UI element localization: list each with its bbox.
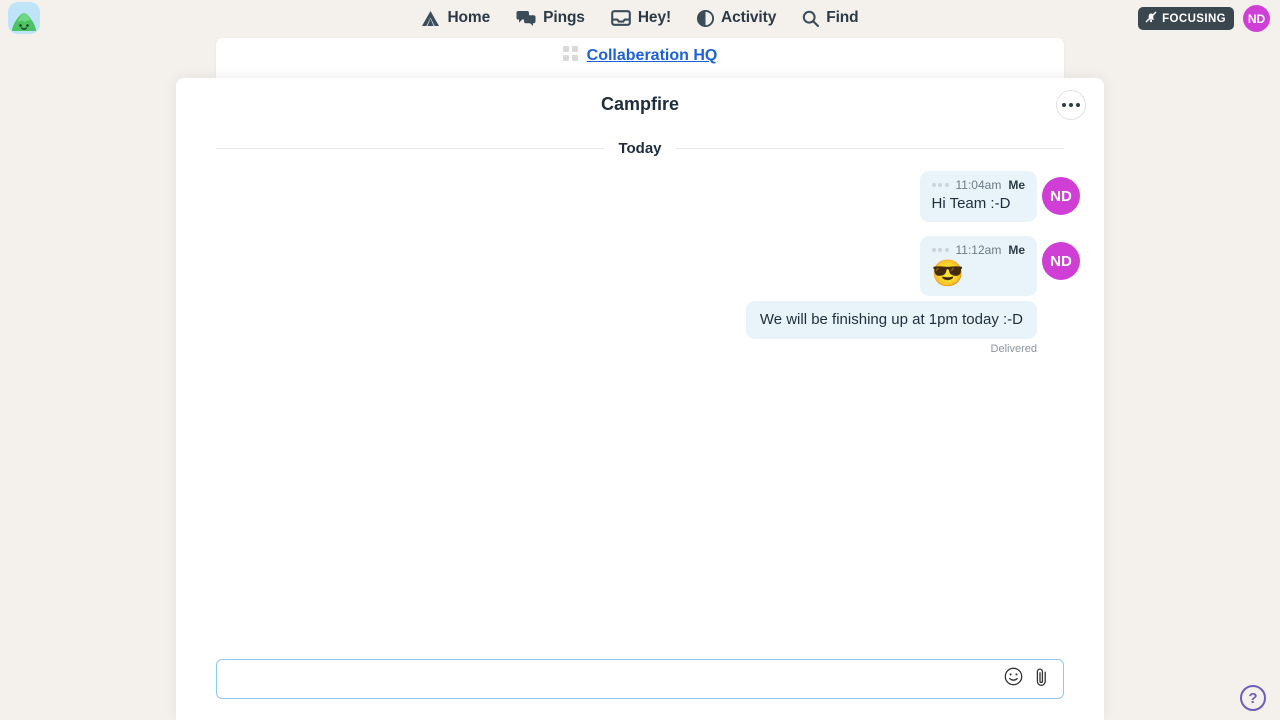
bell-slash-icon <box>1145 11 1157 26</box>
message-text: We will be finishing up at 1pm today :-D <box>759 310 1023 328</box>
top-navigation-bar: Home Pings Hey! Activity Find FOCUSING N… <box>0 0 1280 36</box>
day-divider: Today <box>216 140 1064 157</box>
message-avatar[interactable]: ND <box>1042 242 1080 281</box>
dot <box>1062 103 1066 107</box>
message-row: 11:04am Me Hi Team :-D ND <box>200 171 1080 223</box>
app-root: Home Pings Hey! Activity Find FOCUSING N… <box>0 0 1280 720</box>
nav-item-pings[interactable]: Pings <box>516 9 585 27</box>
campfire-modal: Campfire Today 11:04am Me Hi Team:-D ND… <box>176 78 1104 720</box>
message-row: We will be finishing up at 1pm today :-D <box>200 300 1080 340</box>
nav-item-find[interactable]: Find <box>802 9 859 27</box>
message-composer <box>216 659 1064 699</box>
message-bubble[interactable]: We will be finishing up at 1pm today :-D <box>745 300 1037 340</box>
help-button[interactable]: ? <box>1240 685 1266 711</box>
nav-label-pings: Pings <box>543 9 585 26</box>
nav-label-find: Find <box>826 9 859 26</box>
smiley-face-icon[interactable] <box>1004 667 1023 691</box>
message-time: 11:12am <box>955 243 1002 258</box>
message-emoji: 😎 <box>931 258 964 289</box>
message-author: Me <box>1008 243 1025 258</box>
nav-item-hey[interactable]: Hey! <box>610 9 672 27</box>
tent-icon <box>421 10 440 27</box>
message-meta: 11:12am Me <box>931 243 1025 258</box>
message-list: 11:04am Me Hi Team :-D ND 11:12am Me 😎 N… <box>176 157 1104 355</box>
user-avatar[interactable]: ND <box>1243 5 1270 32</box>
dot <box>1076 103 1080 107</box>
nav-label-activity: Activity <box>721 9 777 26</box>
nav-item-activity[interactable]: Activity <box>697 9 776 27</box>
breadcrumb: Collaberation HQ <box>216 46 1064 66</box>
paperclip-icon[interactable] <box>1033 667 1050 692</box>
more-options-button[interactable] <box>1056 90 1086 120</box>
message-avatar[interactable]: ND <box>1042 177 1080 215</box>
message-options-icon[interactable] <box>931 183 949 187</box>
modal-header: Campfire <box>176 78 1104 130</box>
chat-bubbles-icon <box>516 10 536 27</box>
message-text: Hi Team :-D <box>931 195 1011 212</box>
day-divider-label: Today <box>618 140 662 157</box>
top-right-tools: FOCUSING ND <box>1138 5 1270 32</box>
dot <box>1069 103 1073 107</box>
page-title: Campfire <box>600 93 680 114</box>
message-options-icon[interactable] <box>931 248 949 253</box>
delivery-status: Delivered <box>990 343 1037 356</box>
half-circle-icon <box>697 9 715 27</box>
composer-tools <box>1004 667 1063 692</box>
message-row: 11:12am Me 😎 ND <box>200 236 1080 296</box>
nav-label-hey: Hey! <box>637 9 672 26</box>
message-meta: 11:04am Me <box>931 178 1025 192</box>
nav-label-home: Home <box>447 9 491 26</box>
search-icon <box>802 10 820 27</box>
focusing-badge[interactable]: FOCUSING <box>1138 7 1234 30</box>
message-bubble[interactable]: 11:04am Me Hi Team :-D <box>919 171 1037 223</box>
main-nav: Home Pings Hey! Activity Find <box>0 0 1280 36</box>
message-time: 11:04am <box>955 178 1002 192</box>
project-link[interactable]: Collaberation HQ <box>587 47 718 65</box>
focusing-label: FOCUSING <box>1162 12 1226 25</box>
message-author: Me <box>1008 178 1025 192</box>
message-bubble[interactable]: 11:12am Me 😎 <box>919 236 1037 296</box>
grid-icon <box>562 46 578 66</box>
inbox-tray-icon <box>610 10 631 26</box>
message-input[interactable] <box>217 660 1004 698</box>
nav-item-home[interactable]: Home <box>421 9 490 27</box>
